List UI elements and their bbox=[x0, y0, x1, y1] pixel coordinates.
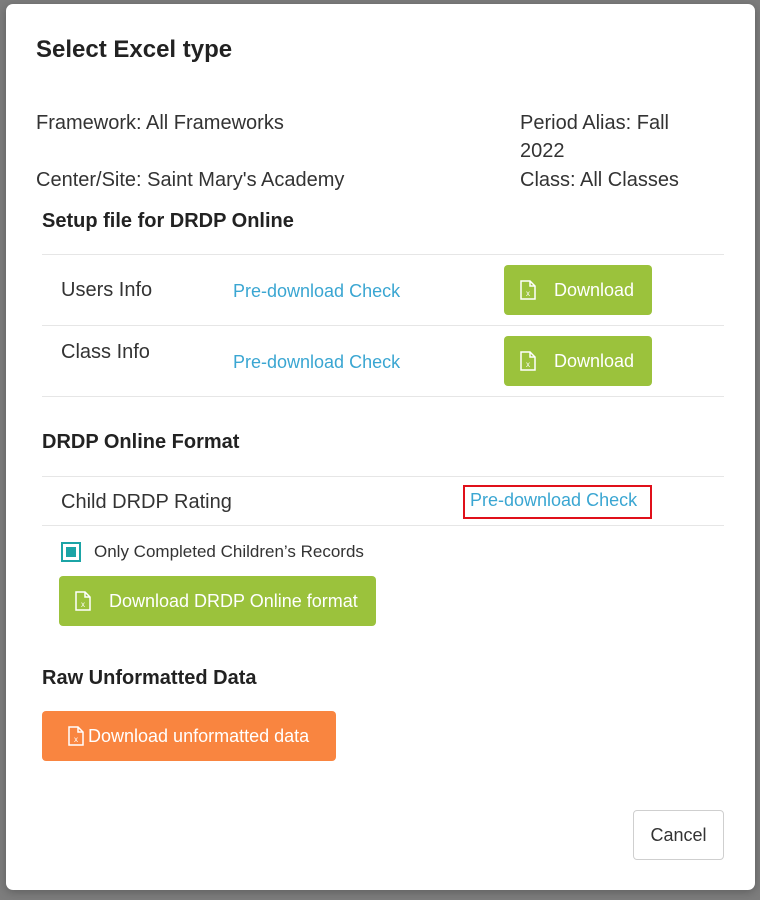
users-info-download-button[interactable]: x Download bbox=[504, 265, 652, 315]
class-info: Class: All Classes bbox=[520, 169, 679, 191]
checkbox-check-mark bbox=[66, 547, 76, 557]
excel-file-icon: x bbox=[520, 280, 536, 300]
download-label: Download bbox=[554, 279, 635, 300]
class-info-row: Class Info Pre-download Check x Download bbox=[42, 325, 724, 397]
highlight-box bbox=[463, 485, 652, 519]
setup-section-title: Setup file for DRDP Online bbox=[42, 210, 294, 232]
svg-text:x: x bbox=[526, 360, 530, 369]
period-alias-line1: Period Alias: Fall bbox=[520, 112, 669, 134]
download-drdp-label: Download DRDP Online format bbox=[109, 590, 358, 611]
only-completed-label: Only Completed Children’s Records bbox=[94, 542, 364, 561]
download-label: Download bbox=[554, 350, 635, 371]
excel-file-icon: x bbox=[75, 591, 91, 611]
drdp-format-section-title: DRDP Online Format bbox=[42, 431, 240, 453]
select-excel-modal: Select Excel type Framework: All Framewo… bbox=[6, 4, 755, 890]
excel-file-icon: x bbox=[520, 351, 536, 371]
modal-title: Select Excel type bbox=[36, 36, 233, 63]
users-info-label: Users Info bbox=[61, 279, 153, 301]
center-site-info: Center/Site: Saint Mary's Academy bbox=[36, 169, 345, 191]
cancel-button[interactable]: Cancel bbox=[633, 810, 724, 860]
svg-text:x: x bbox=[81, 600, 85, 609]
only-completed-checkbox[interactable] bbox=[61, 542, 81, 562]
period-alias-line2: 2022 bbox=[520, 140, 565, 162]
divider bbox=[42, 396, 724, 397]
raw-section-title: Raw Unformatted Data bbox=[42, 667, 257, 689]
child-drdp-rating-label: Child DRDP Rating bbox=[61, 491, 232, 513]
framework-info: Framework: All Frameworks bbox=[36, 112, 284, 134]
download-unformatted-label: Download unformatted data bbox=[88, 725, 310, 746]
class-info-download-button[interactable]: x Download bbox=[504, 336, 652, 386]
users-info-pre-download-check[interactable]: Pre-download Check bbox=[233, 281, 400, 302]
download-unformatted-button[interactable]: x Download unformatted data bbox=[42, 711, 336, 761]
class-info-label: Class Info bbox=[61, 341, 150, 363]
svg-text:x: x bbox=[74, 735, 78, 744]
class-info-pre-download-check[interactable]: Pre-download Check bbox=[233, 352, 400, 373]
download-drdp-online-format-button[interactable]: x Download DRDP Online format bbox=[59, 576, 376, 626]
svg-text:x: x bbox=[526, 289, 530, 298]
excel-file-icon: x bbox=[68, 726, 84, 746]
period-alias-info: Period Alias: Fall 2022 bbox=[520, 109, 669, 165]
users-info-row: Users Info Pre-download Check x Download bbox=[42, 254, 724, 326]
